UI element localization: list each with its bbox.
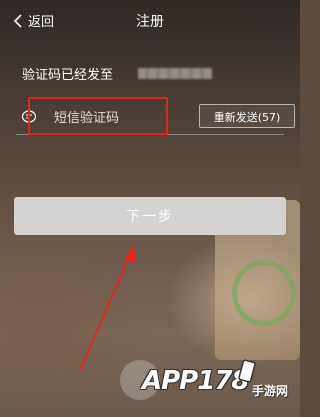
watermark-sub: 手游网 <box>252 384 289 398</box>
watermark-brand: APP178 <box>142 366 250 396</box>
code-sent-label: 验证码已经发至 <box>22 68 114 83</box>
code-input-row: 重新发送(57) <box>16 97 295 135</box>
sms-code-input[interactable] <box>52 105 206 131</box>
resend-button[interactable]: 重新发送(57) <box>199 104 295 128</box>
message-icon <box>21 110 37 123</box>
phone-icon <box>238 359 256 383</box>
nav-header: 返回 注册 <box>0 0 300 40</box>
masked-phone-number <box>138 68 212 79</box>
background-ring <box>232 260 296 326</box>
next-step-button[interactable]: 下一步 <box>14 197 286 235</box>
watermark-logo: APP178 手游网 <box>120 358 300 414</box>
page-title: 注册 <box>136 14 164 30</box>
